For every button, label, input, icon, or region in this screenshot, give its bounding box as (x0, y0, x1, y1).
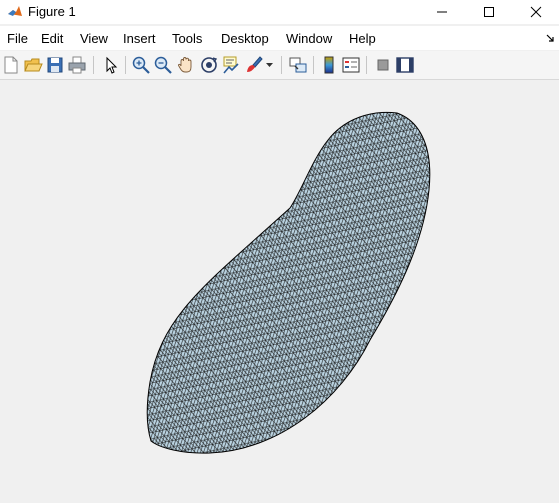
close-icon (530, 6, 542, 18)
menu-tools[interactable]: Tools (172, 31, 202, 46)
hide-plot-tools-icon[interactable] (373, 55, 393, 75)
menu-edit[interactable]: Edit (41, 31, 63, 46)
toolbar-separator (366, 56, 367, 74)
pan-icon[interactable] (176, 55, 196, 75)
maximize-icon (484, 7, 494, 17)
print-icon[interactable] (67, 55, 87, 75)
maximize-button[interactable] (466, 0, 512, 24)
zoom-in-icon[interactable] (131, 55, 151, 75)
new-figure-icon[interactable] (1, 55, 21, 75)
window-title: Figure 1 (28, 4, 76, 19)
toolbar-separator (93, 56, 94, 74)
legend-icon[interactable] (341, 55, 361, 75)
colorbar-icon[interactable] (319, 55, 339, 75)
menu-bar: File Edit View Insert Tools Desktop Wind… (0, 26, 559, 50)
menu-window[interactable]: Window (286, 31, 332, 46)
brush-dropdown-icon[interactable] (266, 63, 273, 68)
close-button[interactable] (513, 0, 559, 24)
matlab-logo-icon (8, 6, 22, 16)
toolbar-separator (125, 56, 126, 74)
minimize-icon (437, 11, 447, 13)
minimize-button[interactable] (419, 0, 465, 24)
save-icon[interactable] (45, 55, 65, 75)
link-plot-icon[interactable] (288, 55, 308, 75)
dock-arrow-icon[interactable] (546, 34, 555, 43)
mesh-shape (146, 111, 431, 454)
data-cursor-icon[interactable] (221, 55, 241, 75)
triangular-mesh-plot[interactable] (0, 80, 559, 500)
edit-plot-icon[interactable] (101, 55, 121, 75)
window-title-bar[interactable]: Figure 1 (0, 0, 559, 24)
open-file-icon[interactable] (23, 55, 43, 75)
menu-help[interactable]: Help (349, 31, 376, 46)
figure-canvas[interactable] (0, 80, 559, 500)
brush-icon[interactable] (244, 55, 264, 75)
toolbar-separator (313, 56, 314, 74)
menu-insert[interactable]: Insert (123, 31, 156, 46)
menu-view[interactable]: View (80, 31, 108, 46)
rotate-3d-icon[interactable] (199, 55, 219, 75)
figure-toolbar (0, 51, 559, 80)
toolbar-separator (281, 56, 282, 74)
show-plot-tools-icon[interactable] (395, 55, 415, 75)
menu-desktop[interactable]: Desktop (221, 31, 269, 46)
zoom-out-icon[interactable] (153, 55, 173, 75)
menu-file[interactable]: File (7, 31, 28, 46)
